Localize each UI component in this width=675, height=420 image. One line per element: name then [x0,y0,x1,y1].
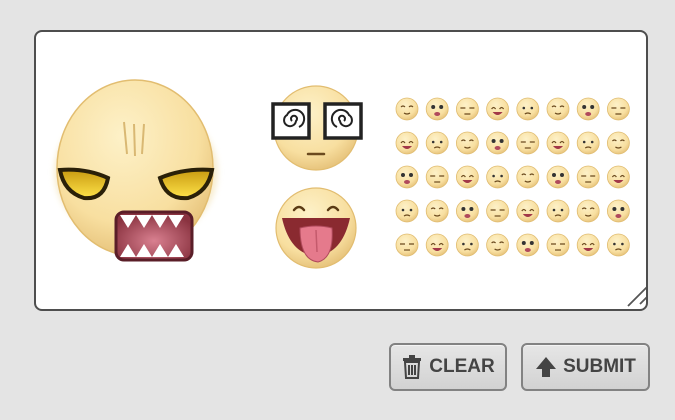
small-emoticon [607,233,630,257]
small-emoticon [516,165,540,189]
small-emoticon [576,165,600,189]
submit-button-label: SUBMIT [563,356,636,377]
small-emoticon [607,97,630,121]
small-emoticon [486,97,510,121]
emoticon-artwork [54,79,647,307]
small-emoticon [576,97,600,121]
small-emoticon [486,233,510,257]
small-emoticon [607,165,630,189]
small-emoticon [576,199,600,223]
small-emoticon [546,97,570,121]
submit-button[interactable]: SUBMIT [521,343,650,391]
small-emoticon [546,199,570,223]
small-emoticon [425,131,449,155]
clear-button-label: CLEAR [429,356,495,377]
clear-button[interactable]: CLEAR [389,343,507,391]
bored-face-emoticon [54,79,218,262]
drawing-canvas[interactable] [34,30,648,311]
small-emoticon [455,233,479,257]
small-emoticon [455,97,479,121]
small-emoticon [516,131,540,155]
small-emoticon [486,165,510,189]
small-emoticon [395,165,419,189]
tongue-out-face-emoticon [275,187,357,269]
small-emoticon [576,131,600,155]
small-emoticon [546,131,570,155]
small-emoticon [607,199,630,223]
small-emoticon [455,131,479,155]
small-emoticon [486,131,510,155]
resize-handle-icon[interactable] [627,286,647,307]
small-emoticon [546,233,570,257]
small-emoticon [395,97,419,121]
small-emoticon [607,131,630,155]
small-emoticon [455,165,479,189]
small-emoticon [516,97,540,121]
small-emoticon [516,233,540,257]
small-emoticon [486,199,510,223]
small-emoticon [425,233,449,257]
small-emoticon [425,97,449,121]
small-emoticon [395,131,419,155]
trash-icon [401,355,423,379]
dizzy-face-emoticon [271,85,363,171]
small-emoticon [576,233,600,257]
small-emoticon [546,165,570,189]
small-emoticon [395,199,419,223]
emoticon-grid [395,97,630,257]
small-emoticon [395,233,419,257]
small-emoticon [425,199,449,223]
up-arrow-icon [535,355,557,379]
small-emoticon [425,165,449,189]
small-emoticon [516,199,540,223]
small-emoticon [455,199,479,223]
